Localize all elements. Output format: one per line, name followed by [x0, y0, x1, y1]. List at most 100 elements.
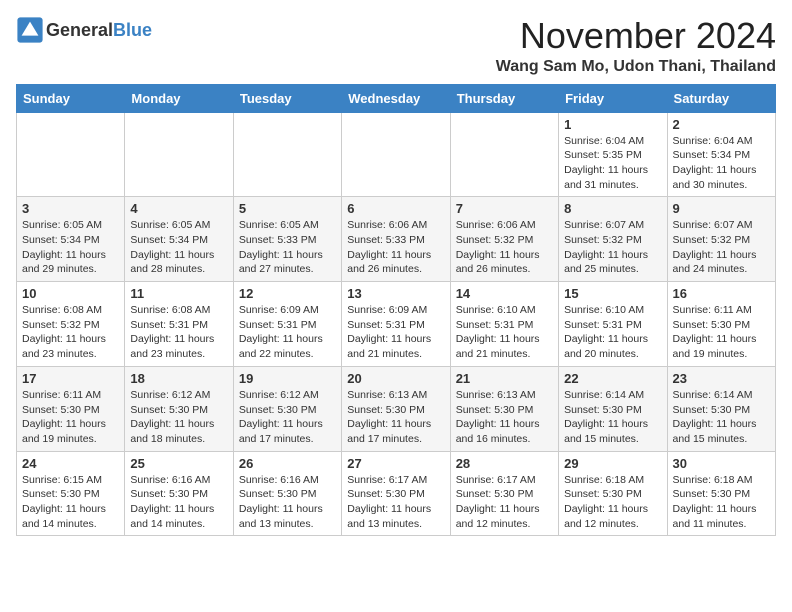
day-number: 19 [239, 371, 336, 386]
day-number: 1 [564, 117, 661, 132]
calendar-cell: 1 Sunrise: 6:04 AM Sunset: 5:35 PM Daylig… [559, 112, 667, 197]
day-number: 29 [564, 456, 661, 471]
calendar-cell: 16 Sunrise: 6:11 AM Sunset: 5:30 PM Dayli… [667, 282, 775, 367]
calendar-cell: 25 Sunrise: 6:16 AM Sunset: 5:30 PM Dayli… [125, 451, 233, 536]
calendar-cell: 10Sunrise: 6:08 AM Sunset: 5:32 PM Dayli… [17, 282, 125, 367]
day-header-saturday: Saturday [667, 84, 775, 112]
day-info: Sunrise: 6:07 AM Sunset: 5:32 PM Dayligh… [564, 218, 661, 277]
location-title: Wang Sam Mo, Udon Thani, Thailand [496, 58, 776, 76]
day-info: Sunrise: 6:14 AM Sunset: 5:30 PM Dayligh… [564, 388, 661, 447]
day-info: Sunrise: 6:06 AM Sunset: 5:32 PM Dayligh… [456, 218, 553, 277]
calendar-cell: 8 Sunrise: 6:07 AM Sunset: 5:32 PM Daylig… [559, 197, 667, 282]
calendar-week-row: 10Sunrise: 6:08 AM Sunset: 5:32 PM Dayli… [17, 282, 776, 367]
day-number: 3 [22, 201, 119, 216]
day-header-monday: Monday [125, 84, 233, 112]
calendar-cell [17, 112, 125, 197]
day-info: Sunrise: 6:11 AM Sunset: 5:30 PM Dayligh… [673, 303, 770, 362]
calendar-cell: 30Sunrise: 6:18 AM Sunset: 5:30 PM Dayli… [667, 451, 775, 536]
calendar-cell: 4 Sunrise: 6:05 AM Sunset: 5:34 PM Daylig… [125, 197, 233, 282]
day-number: 14 [456, 286, 553, 301]
day-number: 5 [239, 201, 336, 216]
day-info: Sunrise: 6:15 AM Sunset: 5:30 PM Dayligh… [22, 473, 119, 532]
calendar-cell: 9 Sunrise: 6:07 AM Sunset: 5:32 PM Daylig… [667, 197, 775, 282]
day-info: Sunrise: 6:13 AM Sunset: 5:30 PM Dayligh… [347, 388, 444, 447]
calendar-cell [342, 112, 450, 197]
day-header-tuesday: Tuesday [233, 84, 341, 112]
calendar-cell: 20 Sunrise: 6:13 AM Sunset: 5:30 PM Dayli… [342, 366, 450, 451]
calendar-cell: 26Sunrise: 6:16 AM Sunset: 5:30 PM Dayli… [233, 451, 341, 536]
day-info: Sunrise: 6:10 AM Sunset: 5:31 PM Dayligh… [456, 303, 553, 362]
logo-icon [16, 16, 44, 44]
day-info: Sunrise: 6:04 AM Sunset: 5:35 PM Dayligh… [564, 134, 661, 193]
day-number: 4 [130, 201, 227, 216]
day-number: 9 [673, 201, 770, 216]
calendar-cell: 3 Sunrise: 6:05 AM Sunset: 5:34 PM Daylig… [17, 197, 125, 282]
day-info: Sunrise: 6:05 AM Sunset: 5:33 PM Dayligh… [239, 218, 336, 277]
calendar-cell: 19 Sunrise: 6:12 AM Sunset: 5:30 PM Dayli… [233, 366, 341, 451]
day-number: 20 [347, 371, 444, 386]
day-info: Sunrise: 6:12 AM Sunset: 5:30 PM Dayligh… [239, 388, 336, 447]
calendar-cell: 6Sunrise: 6:06 AM Sunset: 5:33 PM Daylig… [342, 197, 450, 282]
day-number: 2 [673, 117, 770, 132]
day-info: Sunrise: 6:17 AM Sunset: 5:30 PM Dayligh… [456, 473, 553, 532]
day-number: 7 [456, 201, 553, 216]
day-info: Sunrise: 6:05 AM Sunset: 5:34 PM Dayligh… [130, 218, 227, 277]
calendar-cell: 28 Sunrise: 6:17 AM Sunset: 5:30 PM Dayli… [450, 451, 558, 536]
day-info: Sunrise: 6:09 AM Sunset: 5:31 PM Dayligh… [347, 303, 444, 362]
day-number: 21 [456, 371, 553, 386]
day-number: 16 [673, 286, 770, 301]
calendar-cell: 12Sunrise: 6:09 AM Sunset: 5:31 PM Dayli… [233, 282, 341, 367]
calendar-cell: 14 Sunrise: 6:10 AM Sunset: 5:31 PM Dayli… [450, 282, 558, 367]
calendar-cell [233, 112, 341, 197]
day-header-sunday: Sunday [17, 84, 125, 112]
calendar-header-row: SundayMondayTuesdayWednesdayThursdayFrid… [17, 84, 776, 112]
calendar-cell: 18Sunrise: 6:12 AM Sunset: 5:30 PM Dayli… [125, 366, 233, 451]
calendar-cell [125, 112, 233, 197]
calendar-table: SundayMondayTuesdayWednesdayThursdayFrid… [16, 84, 776, 537]
day-number: 27 [347, 456, 444, 471]
day-number: 18 [130, 371, 227, 386]
calendar-cell: 15Sunrise: 6:10 AM Sunset: 5:31 PM Dayli… [559, 282, 667, 367]
day-number: 24 [22, 456, 119, 471]
month-title: November 2024 [496, 16, 776, 56]
day-number: 25 [130, 456, 227, 471]
day-number: 12 [239, 286, 336, 301]
calendar-cell: 2 Sunrise: 6:04 AM Sunset: 5:34 PM Daylig… [667, 112, 775, 197]
calendar-week-row: 24 Sunrise: 6:15 AM Sunset: 5:30 PM Dayli… [17, 451, 776, 536]
calendar-cell: 24 Sunrise: 6:15 AM Sunset: 5:30 PM Dayli… [17, 451, 125, 536]
day-info: Sunrise: 6:08 AM Sunset: 5:31 PM Dayligh… [130, 303, 227, 362]
calendar-cell: 17 Sunrise: 6:11 AM Sunset: 5:30 PM Dayli… [17, 366, 125, 451]
calendar-week-row: 1 Sunrise: 6:04 AM Sunset: 5:35 PM Daylig… [17, 112, 776, 197]
day-header-wednesday: Wednesday [342, 84, 450, 112]
day-number: 13 [347, 286, 444, 301]
day-info: Sunrise: 6:18 AM Sunset: 5:30 PM Dayligh… [673, 473, 770, 532]
day-number: 8 [564, 201, 661, 216]
calendar-cell: 23 Sunrise: 6:14 AM Sunset: 5:30 PM Dayli… [667, 366, 775, 451]
day-info: Sunrise: 6:08 AM Sunset: 5:32 PM Dayligh… [22, 303, 119, 362]
calendar-week-row: 3 Sunrise: 6:05 AM Sunset: 5:34 PM Daylig… [17, 197, 776, 282]
calendar-cell: 11 Sunrise: 6:08 AM Sunset: 5:31 PM Dayli… [125, 282, 233, 367]
day-info: Sunrise: 6:06 AM Sunset: 5:33 PM Dayligh… [347, 218, 444, 277]
calendar-cell: 29 Sunrise: 6:18 AM Sunset: 5:30 PM Dayli… [559, 451, 667, 536]
day-info: Sunrise: 6:05 AM Sunset: 5:34 PM Dayligh… [22, 218, 119, 277]
page-header: GeneralBlue November 2024 Wang Sam Mo, U… [16, 16, 776, 76]
day-header-thursday: Thursday [450, 84, 558, 112]
day-number: 22 [564, 371, 661, 386]
day-info: Sunrise: 6:14 AM Sunset: 5:30 PM Dayligh… [673, 388, 770, 447]
calendar-cell: 22 Sunrise: 6:14 AM Sunset: 5:30 PM Dayli… [559, 366, 667, 451]
day-info: Sunrise: 6:18 AM Sunset: 5:30 PM Dayligh… [564, 473, 661, 532]
day-number: 28 [456, 456, 553, 471]
day-info: Sunrise: 6:04 AM Sunset: 5:34 PM Dayligh… [673, 134, 770, 193]
calendar-cell [450, 112, 558, 197]
day-number: 23 [673, 371, 770, 386]
day-number: 17 [22, 371, 119, 386]
calendar-cell: 27Sunrise: 6:17 AM Sunset: 5:30 PM Dayli… [342, 451, 450, 536]
day-number: 11 [130, 286, 227, 301]
day-info: Sunrise: 6:07 AM Sunset: 5:32 PM Dayligh… [673, 218, 770, 277]
day-number: 15 [564, 286, 661, 301]
logo-general-text: General [46, 20, 113, 40]
day-info: Sunrise: 6:16 AM Sunset: 5:30 PM Dayligh… [130, 473, 227, 532]
day-info: Sunrise: 6:11 AM Sunset: 5:30 PM Dayligh… [22, 388, 119, 447]
day-number: 26 [239, 456, 336, 471]
title-section: November 2024 Wang Sam Mo, Udon Thani, T… [496, 16, 776, 76]
